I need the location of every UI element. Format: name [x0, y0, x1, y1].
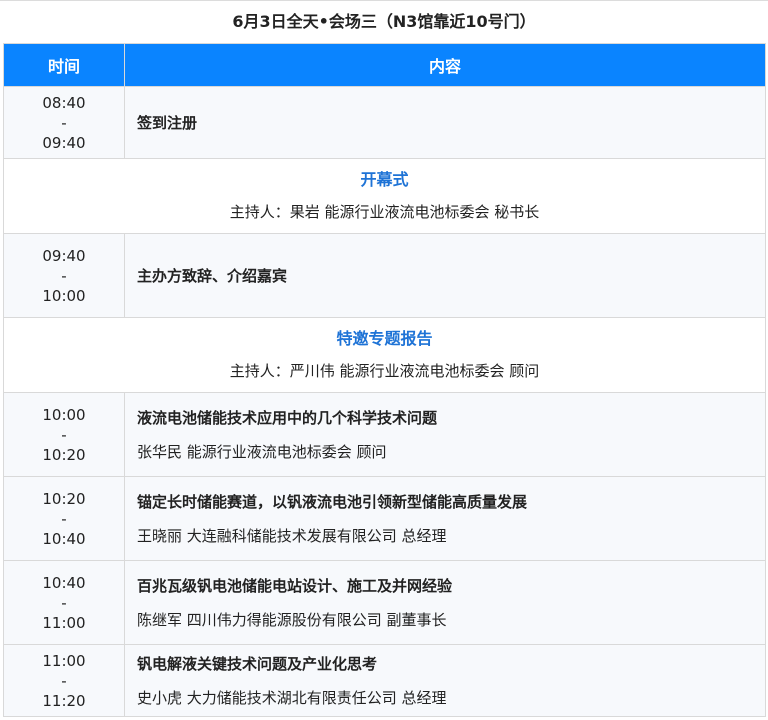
content-cell: 锚定长时储能赛道，以钒液流电池引领新型储能高质量发展 王晓丽 大连融科储能技术发… [124, 476, 766, 561]
start-time: 09:40 [42, 246, 86, 265]
header-content: 内容 [124, 43, 766, 87]
time-separator: - [61, 509, 67, 528]
end-time: 11:20 [42, 691, 86, 710]
start-time: 10:00 [42, 405, 86, 424]
start-time: 10:40 [42, 573, 86, 592]
end-time: 09:40 [42, 133, 86, 152]
table-row: 10:00 - 10:20 液流电池储能技术应用中的几个科学技术问题 张华民 能… [3, 392, 766, 477]
content-cell: 百兆瓦级钒电池储能电站设计、施工及并网经验 陈继军 四川伟力得能源股份有限公司 … [124, 560, 766, 645]
page-title: 6月3日全天•会场三（N3馆靠近10号门） [0, 0, 768, 43]
time-separator: - [61, 671, 67, 690]
time-separator: - [61, 266, 67, 285]
agenda-page: 6月3日全天•会场三（N3馆靠近10号门） 时间 内容 08:40 - 09:4… [0, 0, 768, 720]
end-time: 10:20 [42, 445, 86, 464]
session-title: 钒电解液关键技术问题及产业化思考 [137, 654, 378, 673]
table-header-row: 时间 内容 [3, 43, 766, 87]
section-title: 开幕式 [360, 170, 409, 189]
section-host: 主持人：果岩 能源行业液流电池标委会 秘书长 [229, 203, 540, 221]
time-cell: 08:40 - 09:40 [3, 86, 125, 159]
time-cell: 10:40 - 11:00 [3, 560, 125, 645]
speaker-info: 陈继军 四川伟力得能源股份有限公司 副董事长 [137, 610, 447, 629]
session-title: 主办方致辞、介绍嘉宾 [137, 266, 288, 285]
table-row: 10:40 - 11:00 百兆瓦级钒电池储能电站设计、施工及并网经验 陈继军 … [3, 560, 766, 645]
section-cell: 开幕式 主持人：果岩 能源行业液流电池标委会 秘书长 [3, 158, 766, 234]
time-separator: - [61, 593, 67, 612]
session-title: 签到注册 [137, 113, 198, 132]
start-time: 10:20 [42, 489, 86, 508]
speaker-info: 史小虎 大力储能技术湖北有限责任公司 总经理 [137, 688, 447, 707]
header-time: 时间 [3, 43, 125, 87]
content-cell: 主办方致辞、介绍嘉宾 [124, 233, 766, 318]
start-time: 11:00 [42, 651, 86, 670]
time-cell: 10:20 - 10:40 [3, 476, 125, 561]
table-row: 09:40 - 10:00 主办方致辞、介绍嘉宾 [3, 233, 766, 318]
agenda-table: 时间 内容 08:40 - 09:40 签到注册 开幕式 主持人：果岩 能源行业… [3, 43, 766, 717]
time-cell: 10:00 - 10:20 [3, 392, 125, 477]
time-cell: 09:40 - 10:00 [3, 233, 125, 318]
session-title: 锚定长时储能赛道，以钒液流电池引领新型储能高质量发展 [137, 492, 528, 511]
section-host: 主持人：严川伟 能源行业液流电池标委会 顾问 [229, 362, 540, 380]
time-separator: - [61, 425, 67, 444]
time-separator: - [61, 113, 67, 132]
time-cell: 11:00 - 11:20 [3, 644, 125, 717]
end-time: 11:00 [42, 613, 86, 632]
speaker-info: 王晓丽 大连融科储能技术发展有限公司 总经理 [137, 526, 447, 545]
section-cell: 特邀专题报告 主持人：严川伟 能源行业液流电池标委会 顾问 [3, 317, 766, 393]
session-title: 液流电池储能技术应用中的几个科学技术问题 [137, 408, 438, 427]
end-time: 10:00 [42, 286, 86, 305]
table-row: 11:00 - 11:20 钒电解液关键技术问题及产业化思考 史小虎 大力储能技… [3, 644, 766, 717]
end-time: 10:40 [42, 529, 86, 548]
section-title: 特邀专题报告 [336, 329, 433, 348]
speaker-info: 张华民 能源行业液流电池标委会 顾问 [137, 442, 387, 461]
table-row: 10:20 - 10:40 锚定长时储能赛道，以钒液流电池引领新型储能高质量发展… [3, 476, 766, 561]
content-cell: 钒电解液关键技术问题及产业化思考 史小虎 大力储能技术湖北有限责任公司 总经理 [124, 644, 766, 717]
table-row: 08:40 - 09:40 签到注册 [3, 86, 766, 159]
section-row: 开幕式 主持人：果岩 能源行业液流电池标委会 秘书长 [3, 158, 766, 234]
start-time: 08:40 [42, 93, 86, 112]
section-row: 特邀专题报告 主持人：严川伟 能源行业液流电池标委会 顾问 [3, 317, 766, 393]
content-cell: 签到注册 [124, 86, 766, 159]
session-title: 百兆瓦级钒电池储能电站设计、施工及并网经验 [137, 576, 453, 595]
content-cell: 液流电池储能技术应用中的几个科学技术问题 张华民 能源行业液流电池标委会 顾问 [124, 392, 766, 477]
